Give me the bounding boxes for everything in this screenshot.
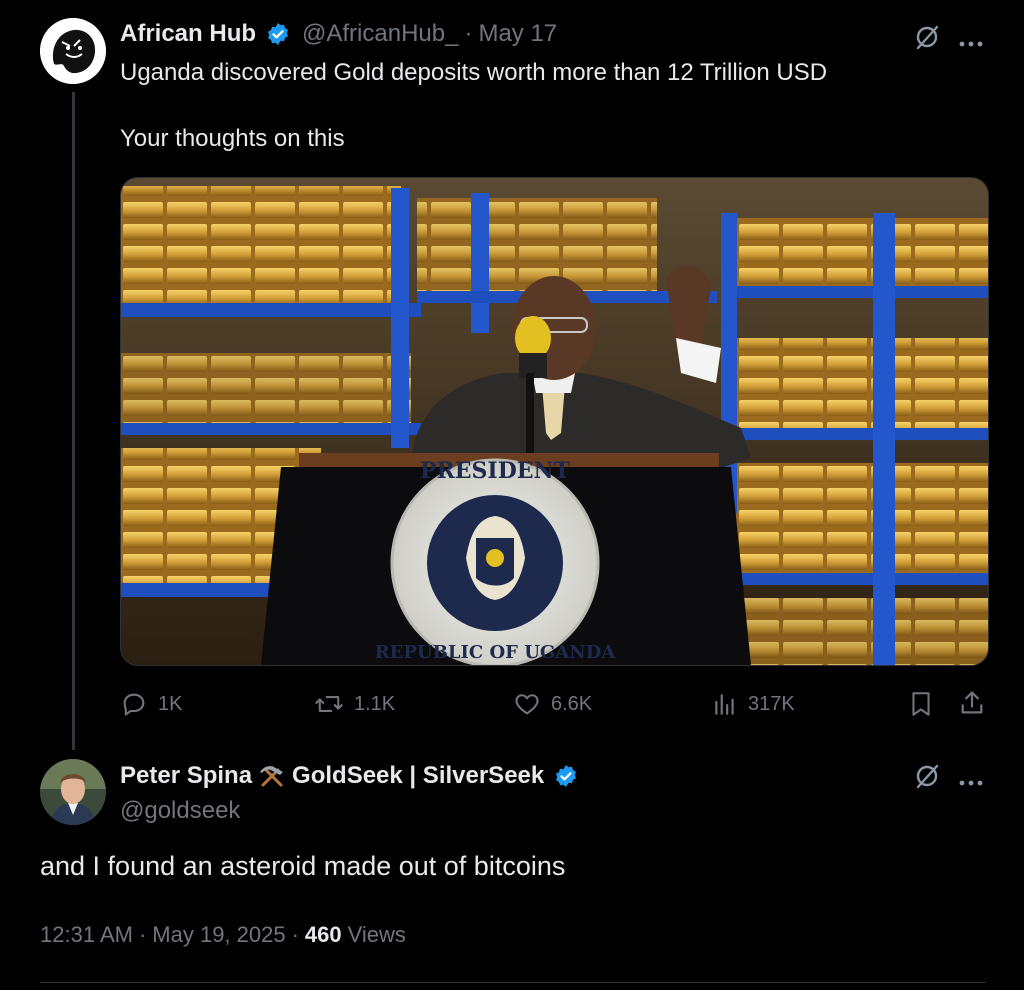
repost-count: 1.1K [354,692,396,715]
views-icon [715,694,734,715]
grok-icon[interactable] [914,24,940,50]
meta-separator: · [291,922,299,947]
tweet-text-line-1: Uganda discovered Gold deposits worth mo… [120,59,828,86]
bookmark-icon[interactable] [908,690,934,723]
heart-icon [515,694,539,715]
more-icon[interactable] [958,773,984,786]
reply-header: Peter Spina GoldSeek | SilverSeek [120,762,578,790]
repost-icon [315,696,343,712]
tweet-header: African Hub @AfricanHub_ · May 17 [120,20,557,48]
share-icon[interactable] [958,689,986,722]
date-separator: · [464,20,473,47]
seal-text-bottom: REPUBLIC OF UGANDA [375,642,617,663]
reply-author-name[interactable]: Peter Spina [120,762,252,790]
meta-separator: · [138,922,147,947]
reply-button[interactable]: 1K [120,690,182,718]
seal-text-top: PRESIDENT [420,458,571,484]
reply-time[interactable]: 12:31 AM [40,922,133,948]
verified-badge-icon [556,765,577,787]
reply-date[interactable]: May 19, 2025 [152,922,285,948]
author-avatar[interactable] [40,18,106,84]
reply-icon [123,693,145,716]
more-icon[interactable] [958,34,984,47]
like-button[interactable]: 6.6K [513,690,592,718]
tweet-text-line-2: Your thoughts on this [120,125,345,152]
profile-photo [40,759,106,825]
reply-views-label: Views [347,922,406,947]
reply-count: 1K [158,692,183,715]
tweet-date[interactable]: May 17 [478,20,557,48]
views-count: 317K [748,692,795,715]
thread-line [72,92,75,750]
views-button[interactable]: 317K [712,690,795,718]
reply-views-count: 460 [304,922,342,947]
tweet-image[interactable]: PRESIDENT REPUBLIC OF UGANDA [120,177,989,666]
reply-text: and I found an asteroid made out of bitc… [40,851,566,881]
reply-author-name-suffix[interactable]: GoldSeek | SilverSeek [292,762,544,790]
divider [40,982,986,983]
grok-icon[interactable] [914,763,940,789]
reply-author-handle[interactable]: @goldseek [120,797,240,825]
reply-author-avatar[interactable] [40,759,106,825]
hammer-pick-icon [260,766,284,787]
gold-vault-photo: PRESIDENT REPUBLIC OF UGANDA [121,178,988,665]
author-name[interactable]: African Hub [120,20,256,48]
reply-meta: 12:31 AM · May 19, 2025 · 460 Views [40,922,406,948]
lion-logo-icon [40,18,106,84]
verified-badge-icon [268,23,289,45]
like-count: 6.6K [551,692,593,715]
repost-button[interactable]: 1.1K [314,690,395,718]
author-handle[interactable]: @AfricanHub_ [302,20,458,48]
